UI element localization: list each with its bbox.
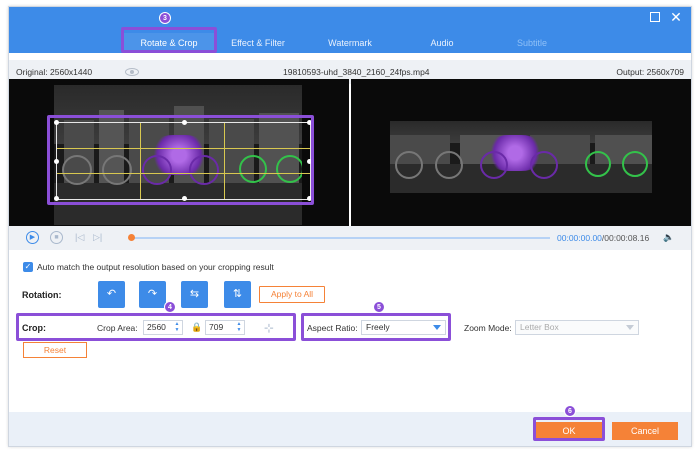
eye-icon[interactable] [125, 68, 139, 76]
highlight-crop-frame [47, 115, 314, 205]
rotate-right-button[interactable]: ↷ [139, 281, 166, 308]
highlight-aspect-ratio [301, 313, 451, 341]
tab-effect-filter[interactable]: Effect & Filter [223, 33, 293, 53]
zoom-mode-select: Letter Box [515, 320, 639, 335]
auto-match-label: Auto match the output resolution based o… [37, 262, 274, 272]
title-bar: ✕ Rotate & Crop Effect & Filter Watermar… [9, 7, 691, 53]
total-time: /00:00:08.16 [601, 233, 650, 243]
next-frame-icon[interactable]: ▷| [93, 232, 102, 243]
flip-vertical-button[interactable]: ⇅ [224, 281, 251, 308]
rotate-left-button[interactable]: ↶ [98, 281, 125, 308]
highlight-rotate-crop-tab [121, 27, 217, 53]
file-name: 19810593-uhd_3840_2160_24fps.mp4 [283, 67, 430, 77]
timeline-thumb[interactable] [128, 234, 135, 241]
zoom-mode-value: Letter Box [520, 322, 559, 332]
reset-button[interactable]: Reset [23, 342, 87, 358]
maximize-icon[interactable] [650, 12, 660, 22]
tab-subtitle[interactable]: Subtitle [497, 33, 567, 53]
tab-watermark[interactable]: Watermark [315, 33, 385, 53]
play-icon[interactable]: ▶ [26, 231, 39, 244]
previous-frame-icon[interactable]: |◁ [75, 232, 84, 243]
tab-bar: Rotate & Crop Effect & Filter Watermark … [9, 33, 691, 53]
chevron-down-icon [626, 325, 634, 330]
time-display: 00:00:00.00/00:00:08.16 [557, 233, 649, 243]
output-preview [351, 79, 691, 229]
apply-to-all-button[interactable]: Apply to All [259, 286, 325, 303]
auto-match-checkbox[interactable]: ✓ [23, 262, 33, 272]
cancel-button[interactable]: Cancel [612, 422, 678, 440]
rotation-label: Rotation: [22, 290, 62, 300]
highlight-ok-button [533, 417, 605, 441]
original-resolution: Original: 2560x1440 [16, 67, 93, 77]
timeline-track[interactable] [130, 237, 550, 239]
highlight-crop-row [16, 313, 296, 341]
output-video-frame [390, 121, 652, 193]
volume-icon[interactable]: 🔈 [663, 232, 674, 242]
tab-audio[interactable]: Audio [407, 33, 477, 53]
output-resolution: Output: 2560x709 [616, 67, 684, 77]
close-icon[interactable]: ✕ [670, 10, 682, 24]
step-badge-4: 4 [164, 301, 176, 313]
auto-match-row[interactable]: ✓ Auto match the output resolution based… [23, 262, 274, 272]
editor-window: ✕ Rotate & Crop Effect & Filter Watermar… [8, 6, 692, 447]
step-badge-3: 3 [159, 12, 171, 24]
current-time: 00:00:00.00 [557, 233, 602, 243]
zoom-mode-label: Zoom Mode: [464, 323, 512, 333]
stop-icon[interactable]: ■ [50, 231, 63, 244]
step-badge-5: 5 [373, 301, 385, 313]
flip-horizontal-button[interactable]: ⇆ [181, 281, 208, 308]
step-badge-6: 6 [564, 405, 576, 417]
player-bar: ▶ ■ |◁ ▷| 00:00:00.00/00:00:08.16 🔈 [9, 226, 691, 250]
